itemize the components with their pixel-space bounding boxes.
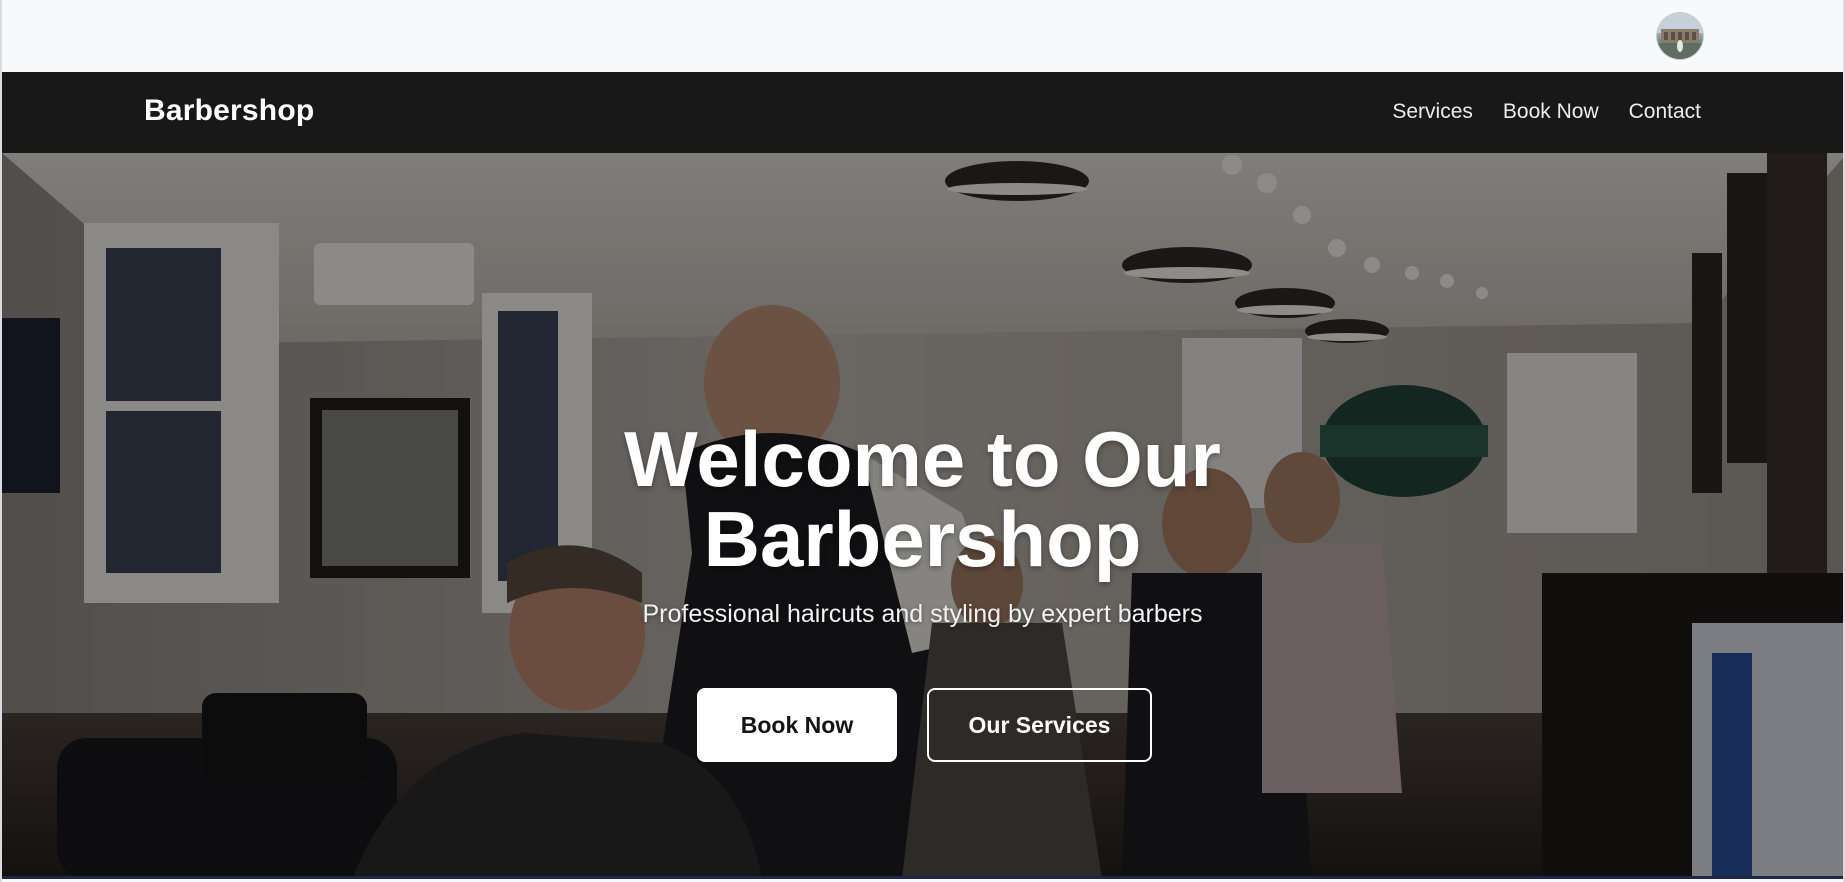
hero-section: Welcome to Our Barbershop Professional h… xyxy=(2,153,1843,879)
hero-subtitle: Professional haircuts and styling by exp… xyxy=(642,600,1203,628)
avatar-photo-icon xyxy=(1657,13,1703,59)
nav-link-services[interactable]: Services xyxy=(1392,100,1473,124)
nav-link-book-now[interactable]: Book Now xyxy=(1503,100,1599,124)
our-services-button[interactable]: Our Services xyxy=(927,688,1152,762)
nav-link-contact[interactable]: Contact xyxy=(1629,100,1701,124)
book-now-button[interactable]: Book Now xyxy=(697,688,897,762)
nav-links: Services Book Now Contact xyxy=(1392,100,1701,124)
hero-bottom-border xyxy=(2,876,1843,879)
main-navbar: Barbershop Services Book Now Contact xyxy=(2,72,1843,153)
page: Barbershop Services Book Now Contact Wel… xyxy=(0,0,1845,882)
hero-title: Welcome to Our Barbershop xyxy=(2,419,1843,579)
user-avatar[interactable] xyxy=(1657,13,1703,59)
hero-title-line-1: Welcome to Our xyxy=(624,415,1221,503)
hero-title-line-2: Barbershop xyxy=(703,495,1142,583)
top-bar xyxy=(2,0,1843,72)
brand-logo[interactable]: Barbershop xyxy=(144,94,314,128)
